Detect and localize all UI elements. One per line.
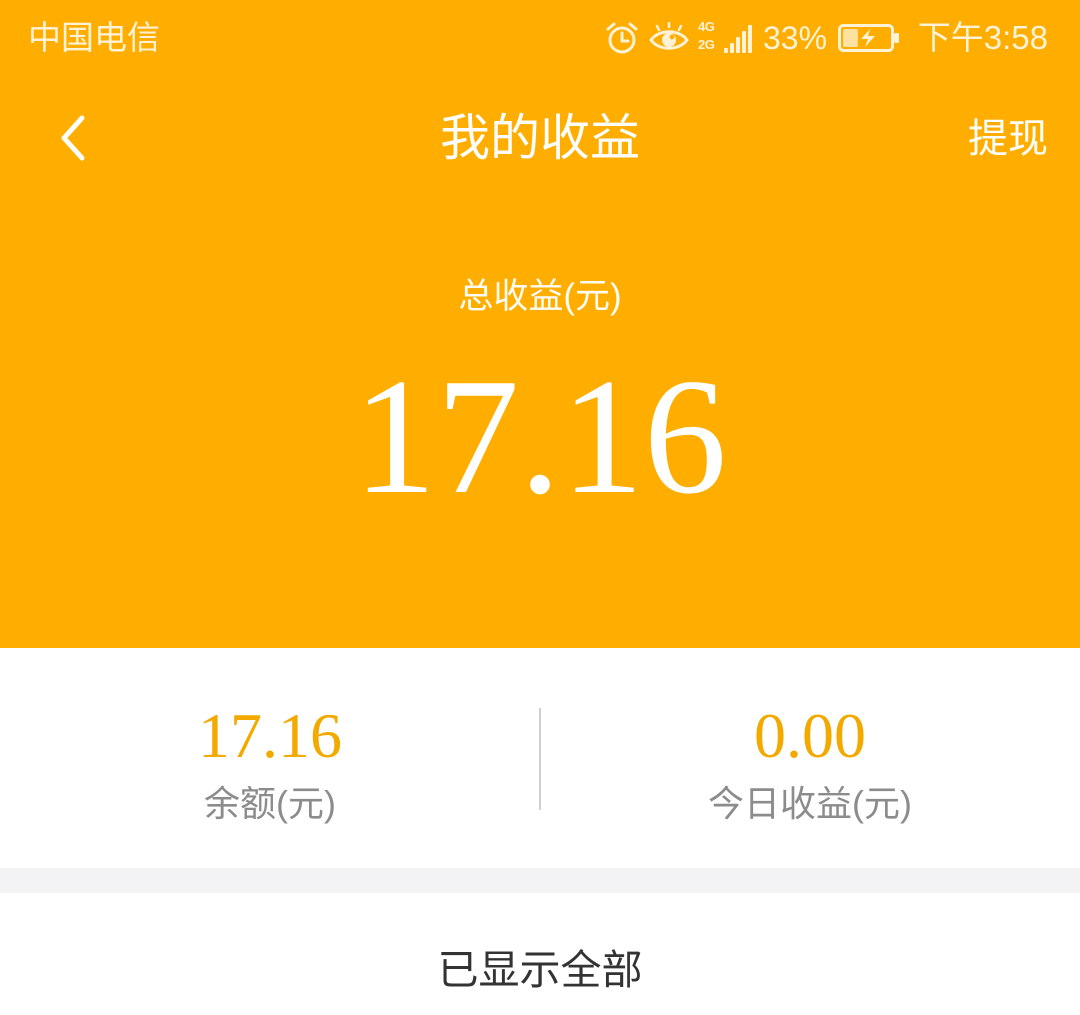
signal-bar xyxy=(742,31,746,53)
list-footer: 已显示全部 xyxy=(0,893,1080,1015)
signal-bars xyxy=(724,21,756,53)
signal-bar xyxy=(724,48,728,53)
network-4g-label: 4G xyxy=(698,19,715,34)
alarm-icon xyxy=(606,22,638,54)
carrier-name: 中国电信 xyxy=(28,19,160,56)
battery-charging-icon xyxy=(838,24,899,52)
total-earnings-value: 17.16 xyxy=(353,344,727,528)
all-shown-text: 已显示全部 xyxy=(437,947,643,993)
withdraw-button[interactable]: 提现 xyxy=(968,115,1048,163)
today-earnings-value: 0.00 xyxy=(754,700,866,771)
eye-icon xyxy=(649,22,689,50)
balance-label: 余额(元) xyxy=(204,783,336,824)
battery-percent: 33% xyxy=(763,20,828,56)
today-earnings-stat: 0.00 今日收益(元) xyxy=(540,648,1080,868)
balance-value: 17.16 xyxy=(198,700,342,771)
signal-bar xyxy=(730,43,734,53)
status-bar: 中国电信 4G 2G 33% 下午3:58 xyxy=(0,0,1080,78)
signal-bar xyxy=(748,25,752,53)
earnings-stats: 17.16 余额(元) 0.00 今日收益(元) xyxy=(0,648,1080,868)
section-separator xyxy=(0,868,1080,893)
signal-bar xyxy=(736,37,740,53)
earnings-hero: 中国电信 4G 2G 33% 下午3:58 我的收益 提现 总收益(元) 17.… xyxy=(0,0,1080,648)
total-earnings-label: 总收益(元) xyxy=(458,277,622,316)
network-2g-label: 2G xyxy=(698,37,715,52)
page-title: 我的收益 xyxy=(440,110,640,166)
clock-time: 下午3:58 xyxy=(917,19,1048,56)
earnings-screen: 中国电信 4G 2G 33% 下午3:58 我的收益 提现 总收益(元) 17.… xyxy=(0,0,1080,1015)
balance-stat: 17.16 余额(元) xyxy=(0,648,540,868)
today-earnings-label: 今日收益(元) xyxy=(708,783,912,824)
signal-icon: 4G 2G xyxy=(698,19,758,57)
